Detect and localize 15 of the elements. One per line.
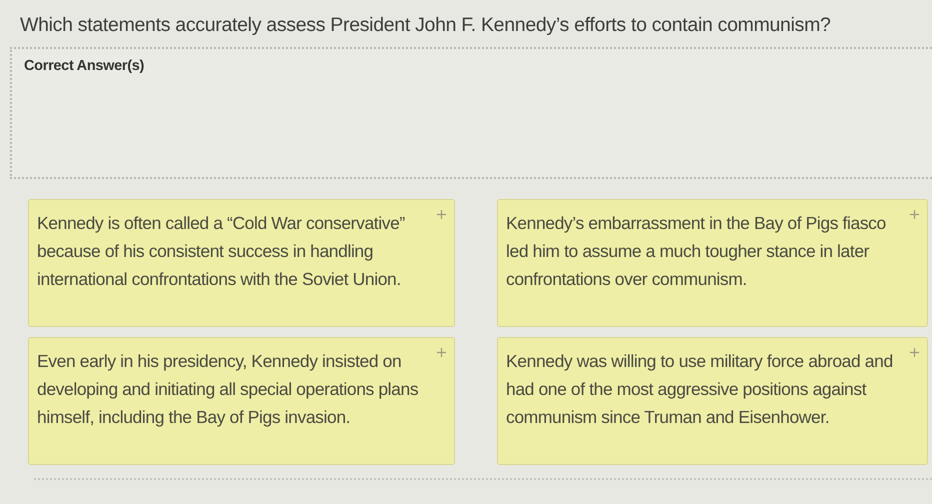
answer-text: Kennedy is often called a “Cold War conservative” because of his consistent success in handling international confrontations with the Soviet Union. (37, 212, 406, 291)
answer-card[interactable]: Kennedy is often called a “Cold War conservative” because of his consistent success in handling international confrontations with the Soviet Union. (28, 199, 455, 327)
move-icon (437, 210, 446, 219)
answer-text: Kennedy’s embarrassment in the Bay of Pigs fiasco led him to assume a much tougher stance in later confrontations over communism. (506, 212, 887, 291)
question-text: Which statements accurately assess President John F. Kennedy’s efforts to contain communism? (20, 14, 832, 37)
move-icon (910, 210, 919, 219)
answer-card[interactable]: Even early in his presidency, Kennedy insisted on developing and initiating all special operations plans himself, including the Bay of Pigs invasion. (28, 337, 455, 465)
answer-drop-zone[interactable]: Correct Answer(s) (10, 47, 932, 179)
drop-zone-label: Correct Answer(s) (24, 58, 144, 74)
move-icon (910, 348, 919, 357)
answer-text: Kennedy was willing to use military force abroad and had one of the most aggressive positions against communism since Truman and Eisenhower. (506, 350, 894, 429)
move-icon (437, 348, 446, 357)
answer-card[interactable]: Kennedy was willing to use military force abroad and had one of the most aggressive positions against communism since Truman and Eisenhower. (497, 337, 928, 465)
answer-text: Even early in his presidency, Kennedy insisted on developing and initiating all special operations plans himself, including the Bay of Pigs invasion. (37, 350, 420, 429)
answer-card[interactable]: Kennedy’s embarrassment in the Bay of Pigs fiasco led him to assume a much tougher stance in later confrontations over communism. (497, 199, 928, 327)
